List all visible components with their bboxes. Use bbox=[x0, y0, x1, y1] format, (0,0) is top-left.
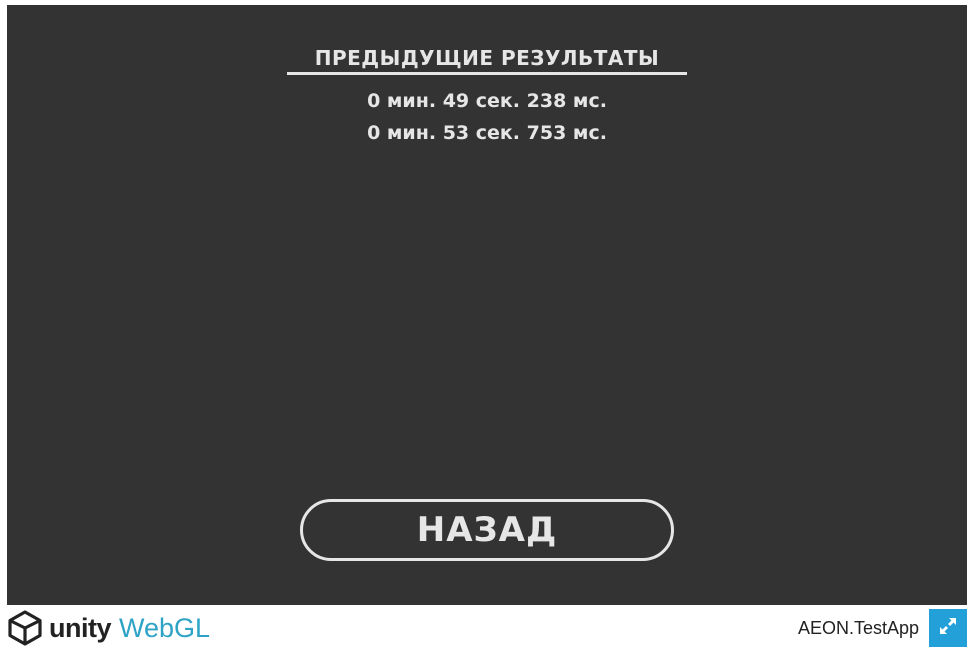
webgl-footer: unity WebGL AEON.TestApp bbox=[7, 605, 967, 650]
fullscreen-icon bbox=[938, 616, 958, 641]
fullscreen-button[interactable] bbox=[929, 609, 967, 647]
unity-webgl-logo: unity WebGL bbox=[7, 609, 210, 647]
title-underline bbox=[287, 72, 687, 75]
result-row: 0 мин. 49 сек. 238 мс. bbox=[367, 90, 607, 112]
results-list: 0 мин. 49 сек. 238 мс. 0 мин. 53 сек. 75… bbox=[7, 85, 967, 149]
game-canvas[interactable]: ПРЕДЫДУЩИЕ РЕЗУЛЬТАТЫ 0 мин. 49 сек. 238… bbox=[7, 5, 967, 605]
back-button[interactable]: НАЗАД bbox=[300, 499, 674, 561]
app-title: AEON.TestApp bbox=[797, 618, 919, 638]
unity-cube-icon bbox=[7, 609, 43, 647]
unity-wordmark: unity bbox=[49, 612, 112, 643]
webgl-wordmark: WebGL bbox=[119, 612, 211, 643]
results-title: ПРЕДЫДУЩИЕ РЕЗУЛЬТАТЫ bbox=[314, 46, 660, 70]
result-row: 0 мин. 53 сек. 753 мс. bbox=[367, 122, 607, 144]
